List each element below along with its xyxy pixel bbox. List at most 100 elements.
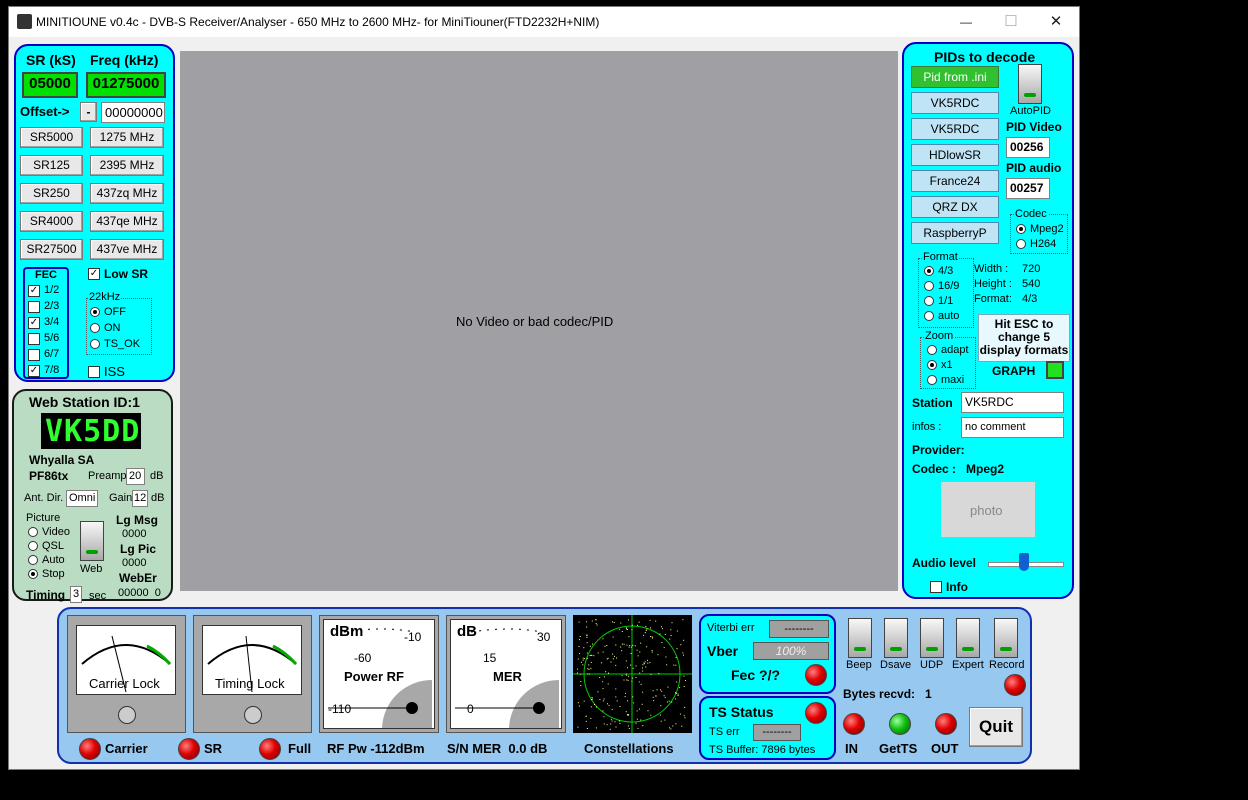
sr-preset-button[interactable]: SR250 bbox=[20, 183, 83, 204]
dsave-switch[interactable] bbox=[884, 618, 908, 658]
timing-lock-knob bbox=[244, 706, 262, 724]
timing-unit: sec bbox=[89, 590, 107, 602]
sr-preset-button[interactable]: SR27500 bbox=[20, 239, 83, 260]
pids-panel: PIDs to decode Pid from .ini VK5RDC VK5R… bbox=[902, 42, 1074, 599]
pid-preset-button[interactable]: France24 bbox=[911, 170, 999, 192]
web-toggle-switch[interactable] bbox=[80, 521, 104, 561]
gain-input[interactable]: 12 bbox=[132, 490, 148, 507]
ts-status-label: TS Status bbox=[709, 704, 774, 720]
weber-value: 00000 0 bbox=[118, 587, 161, 599]
photo-box: photo bbox=[941, 482, 1035, 537]
mer-meter: dB 30 15 MER 0 bbox=[446, 615, 566, 733]
full-label: Full bbox=[288, 741, 312, 756]
timing-input[interactable]: 3 bbox=[70, 586, 82, 603]
freq-display[interactable]: 01275000 bbox=[86, 72, 166, 98]
sr-preset-button[interactable]: SR5000 bbox=[20, 127, 83, 148]
gain-unit: dB bbox=[151, 492, 165, 504]
fec-checkbox[interactable] bbox=[28, 301, 40, 313]
beep-label: Beep bbox=[846, 659, 872, 671]
freq-preset-button[interactable]: 1275 MHz bbox=[90, 127, 164, 148]
ant-input[interactable]: Omni bbox=[66, 490, 98, 507]
pid-video-input[interactable]: 00256 bbox=[1006, 137, 1050, 158]
record-switch[interactable] bbox=[994, 618, 1018, 658]
full-led bbox=[259, 738, 281, 760]
codec-radio[interactable] bbox=[1016, 224, 1026, 234]
lg-msg-value: 0000 bbox=[122, 528, 147, 540]
zoom-radio[interactable] bbox=[927, 360, 937, 370]
power-label: Power RF bbox=[344, 669, 404, 684]
power-rf-face: dBm -10 -60 Power RF -110 bbox=[323, 619, 435, 729]
codec-option-label: H264 bbox=[1030, 238, 1057, 250]
pid-audio-label: PID audio bbox=[1006, 161, 1062, 175]
infos-input[interactable]: no comment bbox=[961, 417, 1064, 438]
sr-status-label: SR bbox=[204, 741, 223, 756]
fec-option-label: 3/4 bbox=[44, 316, 60, 328]
timing-label: Timing bbox=[26, 588, 66, 602]
pid-audio-input[interactable]: 00257 bbox=[1006, 178, 1050, 199]
fec-label: FEC bbox=[35, 269, 57, 281]
freq-preset-button[interactable]: 2395 MHz bbox=[90, 155, 164, 176]
freq-preset-button[interactable]: 437zq MHz bbox=[90, 183, 164, 204]
carrier-lock-knob bbox=[118, 706, 136, 724]
low-sr-checkbox[interactable]: ✓ bbox=[88, 268, 100, 280]
khz-radio[interactable] bbox=[90, 339, 100, 349]
sr-display[interactable]: 05000 bbox=[22, 72, 78, 98]
pids-title: PIDs to decode bbox=[934, 49, 1036, 65]
khz-radio[interactable] bbox=[90, 307, 100, 317]
expert-switch[interactable] bbox=[956, 618, 980, 658]
codec-radio[interactable] bbox=[1016, 239, 1026, 249]
sr-preset-button[interactable]: SR125 bbox=[20, 155, 83, 176]
station-input[interactable]: VK5RDC bbox=[961, 392, 1064, 413]
fec-checkbox[interactable]: ✓ bbox=[28, 317, 40, 329]
format-radio[interactable] bbox=[924, 281, 934, 291]
offset-input[interactable]: 00000000 bbox=[101, 102, 165, 123]
freq-preset-button[interactable]: 437qe MHz bbox=[90, 211, 164, 232]
sr-preset-button[interactable]: SR4000 bbox=[20, 211, 83, 232]
height-label: Height : bbox=[974, 278, 1012, 290]
getts-led bbox=[889, 713, 911, 735]
location: Whyalla SA bbox=[29, 453, 95, 467]
picture-radio[interactable] bbox=[28, 527, 38, 537]
info-checkbox[interactable] bbox=[930, 581, 942, 593]
zoom-radio[interactable] bbox=[927, 345, 937, 355]
autopid-switch[interactable] bbox=[1018, 64, 1042, 104]
picture-radio[interactable] bbox=[28, 541, 38, 551]
zoom-option-label: maxi bbox=[941, 374, 965, 386]
maximize-button[interactable]: ☐ bbox=[988, 7, 1034, 37]
fec-option-label: 2/3 bbox=[44, 300, 60, 312]
offset-sign-button[interactable]: - bbox=[80, 102, 97, 122]
iss-checkbox[interactable] bbox=[88, 366, 100, 378]
pid-preset-button[interactable]: VK5RDC bbox=[911, 118, 999, 140]
format-radio[interactable] bbox=[924, 296, 934, 306]
minimize-button[interactable]: — bbox=[943, 7, 989, 37]
pid-preset-button[interactable]: RaspberryP bbox=[911, 222, 999, 244]
close-button[interactable]: ✕ bbox=[1033, 7, 1079, 37]
format-radio[interactable] bbox=[924, 311, 934, 321]
graph-toggle[interactable] bbox=[1046, 361, 1064, 379]
carrier-label: Carrier bbox=[105, 741, 148, 756]
fec-checkbox[interactable] bbox=[28, 333, 40, 345]
preamp-input[interactable]: 20 bbox=[126, 468, 145, 485]
pid-from-ini-button[interactable]: Pid from .ini bbox=[911, 66, 999, 88]
pid-preset-button[interactable]: QRZ DX bbox=[911, 196, 999, 218]
fmt-value: 4/3 bbox=[1022, 293, 1038, 305]
rf-power-readout: RF Pw -112dBm bbox=[327, 741, 425, 756]
fec-checkbox[interactable]: ✓ bbox=[28, 285, 40, 297]
fec-checkbox[interactable] bbox=[28, 349, 40, 361]
beep-switch[interactable] bbox=[848, 618, 872, 658]
format-radio[interactable] bbox=[924, 266, 934, 276]
quit-button[interactable]: Quit bbox=[969, 707, 1023, 747]
picture-radio[interactable] bbox=[28, 569, 38, 579]
info-label: Info bbox=[946, 580, 968, 594]
tuning-panel: SR (kS) Freq (kHz) 05000 01275000 Offset… bbox=[14, 44, 175, 382]
freq-preset-button[interactable]: 437ve MHz bbox=[90, 239, 164, 260]
udp-switch[interactable] bbox=[920, 618, 944, 658]
fec-checkbox[interactable]: ✓ bbox=[28, 365, 40, 377]
khz-radio[interactable] bbox=[90, 323, 100, 333]
pid-preset-button[interactable]: HDlowSR bbox=[911, 144, 999, 166]
format-option-label: 16/9 bbox=[938, 280, 960, 292]
picture-radio[interactable] bbox=[28, 555, 38, 565]
audio-level-slider[interactable] bbox=[1019, 553, 1029, 571]
zoom-radio[interactable] bbox=[927, 375, 937, 385]
pid-preset-button[interactable]: VK5RDC bbox=[911, 92, 999, 114]
